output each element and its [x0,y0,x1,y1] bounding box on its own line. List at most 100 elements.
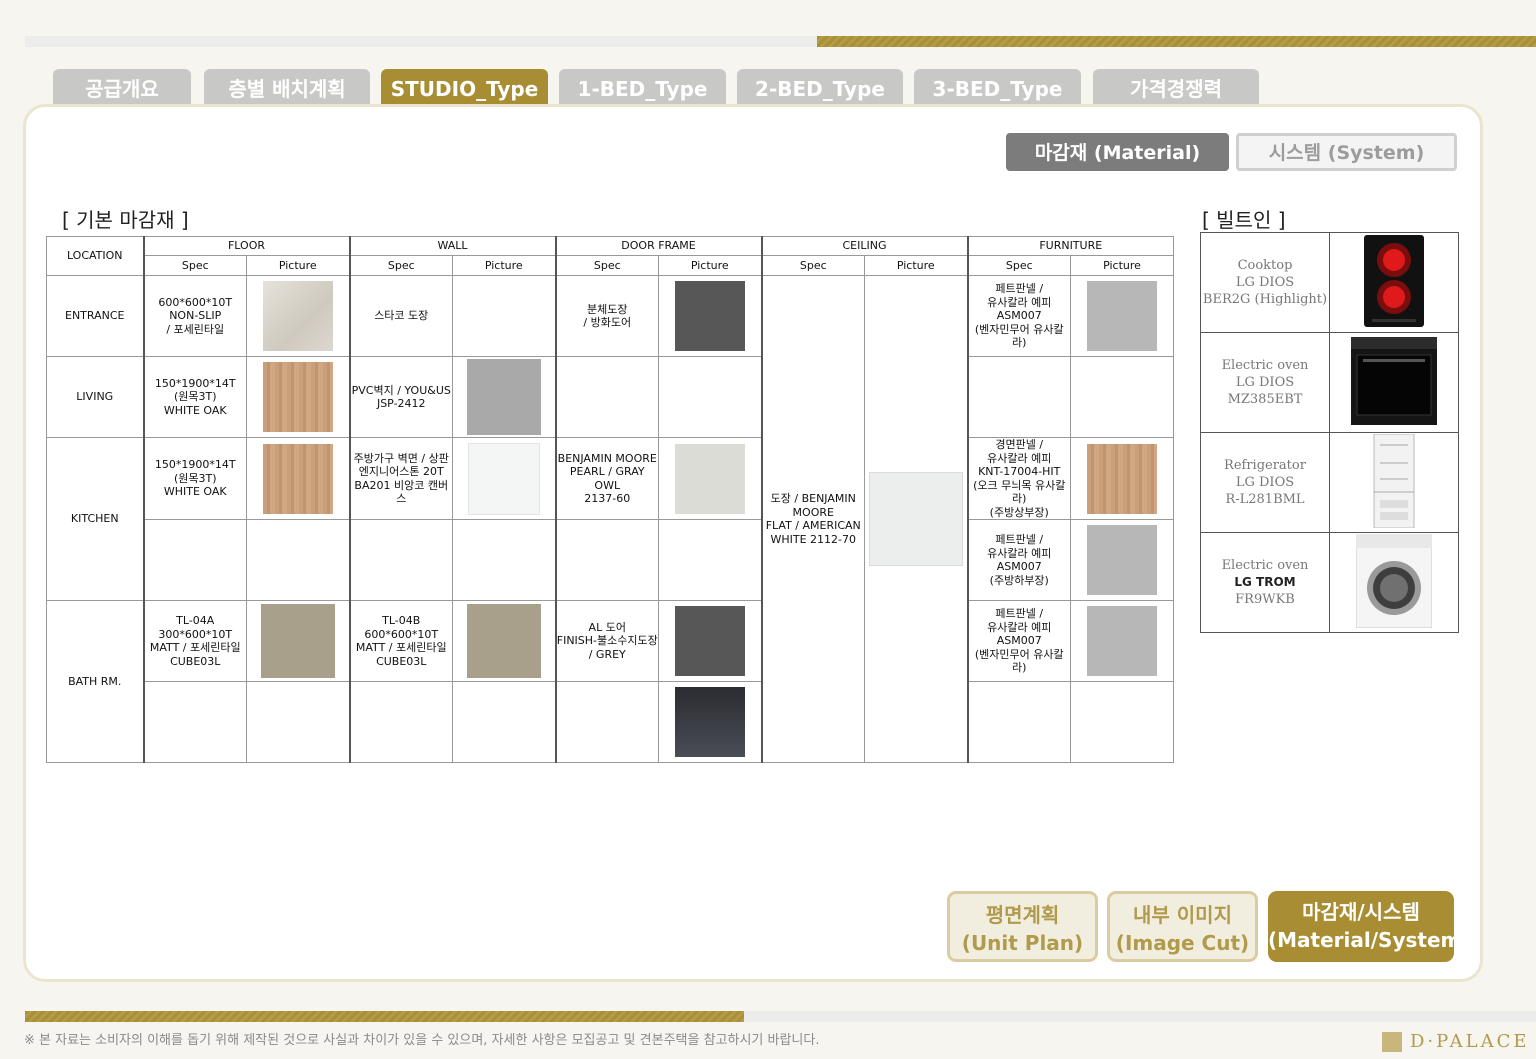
top-bar [25,36,817,47]
subheader-picture: Picture [864,255,968,276]
builtin-spec: Cooktop LG DIOS BER2G (Highlight) [1200,232,1330,333]
living-furniture-picture [1070,356,1174,438]
brand-logo: D·PALACE [1382,1031,1529,1052]
bath-wall-picture-2 [452,681,556,763]
tab-supply-overview[interactable]: 공급개요 [53,69,191,107]
stone-tile-swatch [466,604,541,678]
dark-gray-swatch [674,281,745,351]
row-label-kitchen: KITCHEN [46,437,144,601]
dark-gray-swatch [674,606,745,676]
image-cut-label-ko: 내부 이미지 [1133,903,1232,927]
light-gray-swatch [1087,606,1157,676]
finishes-table: LOCATION FLOOR WALL DOOR FRAME CEILING F… [46,236,1174,763]
light-gray-swatch [1087,281,1157,351]
kitchen-floor-spec: 150*1900*14T (원목3T) WHITE OAK [142,437,247,520]
brand-name: D·PALACE [1410,1031,1530,1052]
living-floor-spec: 150*1900*14T (원목3T) WHITE OAK [142,356,247,438]
living-furniture-spec [966,356,1071,438]
header-furniture: FURNITURE [966,236,1174,256]
kitchen-floor-picture [246,437,350,520]
entrance-furniture-picture [1070,275,1174,357]
header-floor: FLOOR [142,236,350,256]
builtin-table: Cooktop LG DIOS BER2G (Highlight) Electr… [1200,232,1459,633]
entrance-furniture-spec: 페트판넬 / 유사칼라 예피 ASM007 (벤자민무어 유사칼라) [966,275,1071,357]
kitchen-door-spec-2 [554,519,659,601]
builtin-name: Cooktop [1237,258,1293,273]
kitchen-wall-picture-2 [452,519,556,601]
living-wall-spec: PVC벽지 / YOU&US JSP-2412 [348,356,453,438]
oak-veneer-swatch [1087,443,1157,514]
tab-floor-plan[interactable]: 층별 배치계획 [204,69,370,107]
builtin-name: Electric oven [1221,358,1309,373]
entrance-floor-spec: 600*600*10T NON-SLIP / 포세린타일 [142,275,247,357]
image-cut-button[interactable]: 내부 이미지 (Image Cut) [1107,891,1258,962]
builtin-name: Refrigerator [1224,458,1306,473]
entrance-floor-picture [246,275,350,357]
row-label-bath: BATH RM. [46,600,144,763]
oven-picture [1329,332,1459,433]
oven-image [1351,336,1437,425]
kitchen-door-spec: BENJAMIN MOORE PEARL / GRAY OWL 2137-60 [554,437,659,520]
bath-floor-spec: TL-04A 300*600*10T MATT / 포세린타일 CUBE03L [142,600,247,682]
subheader-picture: Picture [452,255,556,276]
unit-plan-label-ko: 평면계획 [985,903,1060,927]
ceiling-white-swatch [868,472,963,566]
cooktop-picture [1329,232,1459,333]
cooktop-image [1364,234,1424,327]
builtin-name: Electric oven [1221,558,1309,573]
header-door-frame: DOOR FRAME [554,236,762,256]
ceiling-spec: 도장 / BENJAMIN MOORE FLAT / AMERICAN WHIT… [760,275,865,763]
unit-plan-button[interactable]: 평면계획 (Unit Plan) [947,891,1098,962]
top-bar-accent [817,36,1536,47]
system-toggle[interactable]: 시스템 (System) [1236,133,1457,171]
kitchen-furniture-lower-picture [1070,519,1174,601]
bath-wall-spec: TL-04B 600*600*10T MATT / 포세린타일 CUBE03L [348,600,453,682]
bath-floor-spec-2 [142,681,247,763]
material-toggle[interactable]: 마감재 (Material) [1006,133,1229,171]
material-system-label-en: (Material/System) [1268,928,1471,952]
subheader-spec: Spec [966,255,1071,276]
navy-gray-swatch [674,687,745,757]
bath-floor-picture-2 [246,681,350,763]
tab-3bed-type[interactable]: 3-BED_Type [914,69,1081,107]
entrance-door-spec: 분체도장 / 방화도어 [554,275,659,357]
kitchen-door-picture-2 [658,519,762,601]
white-oak-swatch [262,443,333,514]
living-floor-picture [246,356,350,438]
bath-door-picture [658,600,762,682]
bath-wall-picture [452,600,556,682]
bath-furniture-picture [1070,600,1174,682]
subheader-spec: Spec [142,255,247,276]
entrance-door-picture [658,275,762,357]
tab-2bed-type[interactable]: 2-BED_Type [737,69,903,107]
entrance-wall-spec: 스타코 도장 [348,275,453,357]
washer-image [1355,533,1433,628]
builtin-brand: LG DIOS [1235,475,1295,490]
refrigerator-picture [1329,432,1459,533]
white-oak-swatch [262,362,333,432]
tab-price[interactable]: 가격경쟁력 [1093,69,1259,107]
pearl-gray-swatch [674,443,745,514]
builtin-title: [ 빌트인 ] [1202,208,1286,232]
material-system-button[interactable]: 마감재/시스템 (Material/System) [1268,891,1471,962]
kitchen-furniture-upper-spec: 경면판넬 / 유사칼라 예피 KNT-17004-HIT (오크 무늬목 유사칼… [966,437,1071,520]
kitchen-wall-spec: 주방가구 벽면 / 상판 엔지니어스톤 20T BA201 비앙코 캔버스 [348,437,453,520]
header-location: LOCATION [46,236,144,276]
builtin-spec: Refrigerator LG DIOS R-L281BML [1200,432,1330,533]
row-label-living: LIVING [46,356,144,438]
marble-tile-swatch [262,281,333,351]
kitchen-floor-picture-2 [246,519,350,601]
bath-furniture-picture-2 [1070,681,1174,763]
bath-door-picture-2 [658,681,762,763]
disclaimer-text: ※ 본 자료는 소비자의 이해를 돕기 위해 제작된 것으로 사실과 차이가 있… [24,1033,820,1048]
builtin-brand: LG DIOS [1235,375,1295,390]
logo-mark-icon [1382,1032,1402,1052]
tab-studio-type[interactable]: STUDIO_Type [381,69,548,107]
subheader-picture: Picture [1070,255,1174,276]
subheader-spec: Spec [348,255,453,276]
header-wall: WALL [348,236,556,256]
living-wall-picture [452,356,556,438]
kitchen-furniture-upper-picture [1070,437,1174,520]
subheader-spec: Spec [760,255,865,276]
tab-1bed-type[interactable]: 1-BED_Type [559,69,726,107]
